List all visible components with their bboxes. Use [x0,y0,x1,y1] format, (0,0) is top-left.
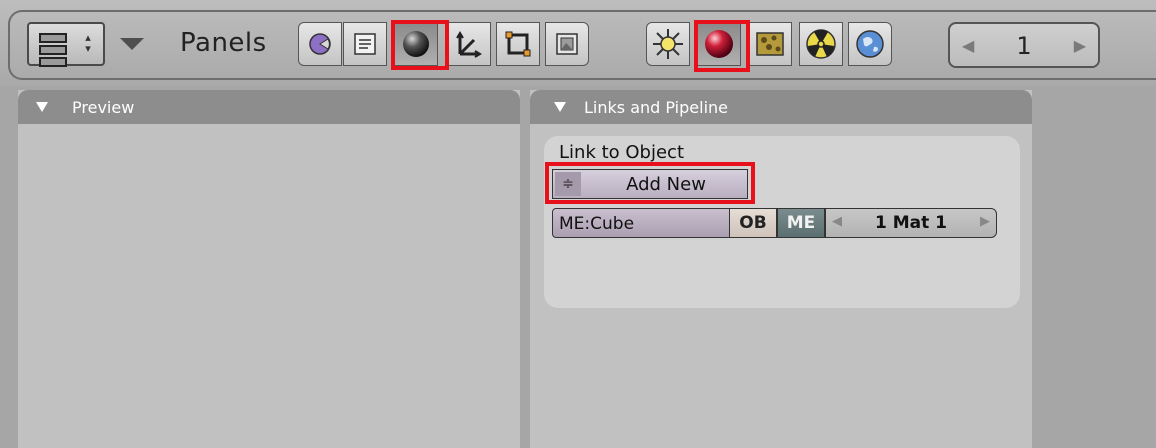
link-me-button[interactable]: ME [777,208,825,238]
texture-icon [756,32,784,56]
panel-title: Links and Pipeline [584,98,728,117]
browse-material-spinner-icon[interactable]: ≑ [555,172,581,196]
frame-number-field[interactable]: ◀ 1 ▶ [948,22,1100,68]
increment-arrow-icon[interactable]: ▶ [1074,36,1086,55]
add-new-button[interactable]: ≑ Add New [552,169,748,199]
mesh-name-field[interactable]: ME:Cube [552,208,730,238]
script-button[interactable] [343,22,387,66]
logic-button[interactable] [298,22,342,66]
radiosity-button[interactable] [799,22,843,66]
editing-button[interactable] [496,22,540,66]
object-icon [456,31,482,58]
buttons-window-header: ▴ ▾ Panels ◀ 1 ▶ [0,0,1156,86]
world-button[interactable] [848,22,892,66]
collapse-panel-icon[interactable] [36,102,48,112]
updown-arrows-icon: ▴ ▾ [85,31,91,55]
script-icon [354,33,376,55]
add-new-label: Add New [626,174,706,195]
link-ob-button[interactable]: OB [729,208,777,238]
collapse-panel-icon[interactable] [554,102,566,112]
links-pipeline-panel-header[interactable]: Links and Pipeline [530,90,1032,124]
preview-panel-header[interactable]: Preview [18,90,520,124]
editing-icon [505,31,531,57]
panels-label: Panels [180,28,267,58]
collapse-header-icon[interactable] [120,38,144,50]
lamp-button[interactable] [646,22,690,66]
scene-icon [556,33,578,55]
link-to-object-label: Link to Object [559,142,684,163]
lamp-icon [653,29,683,59]
material-button[interactable] [697,22,741,66]
window-type-icon [39,33,67,67]
radiosity-icon [806,29,836,59]
world-icon [856,30,884,58]
logic-icon [309,33,331,55]
material-icon [705,30,733,58]
material-index-value: 1 Mat 1 [874,213,947,233]
preview-panel: Preview [18,90,520,448]
texture-button[interactable] [748,22,792,66]
mat-increment-arrow-icon[interactable]: ▶ [980,214,990,229]
object-button[interactable] [447,22,491,66]
window-type-menu[interactable]: ▴ ▾ [27,22,105,67]
scene-button[interactable] [545,22,589,66]
shading-icon [403,31,429,57]
material-index-field[interactable]: ◀ 1 Mat 1 ▶ [825,208,997,238]
shading-button[interactable] [394,22,438,66]
panel-title: Preview [72,98,135,117]
